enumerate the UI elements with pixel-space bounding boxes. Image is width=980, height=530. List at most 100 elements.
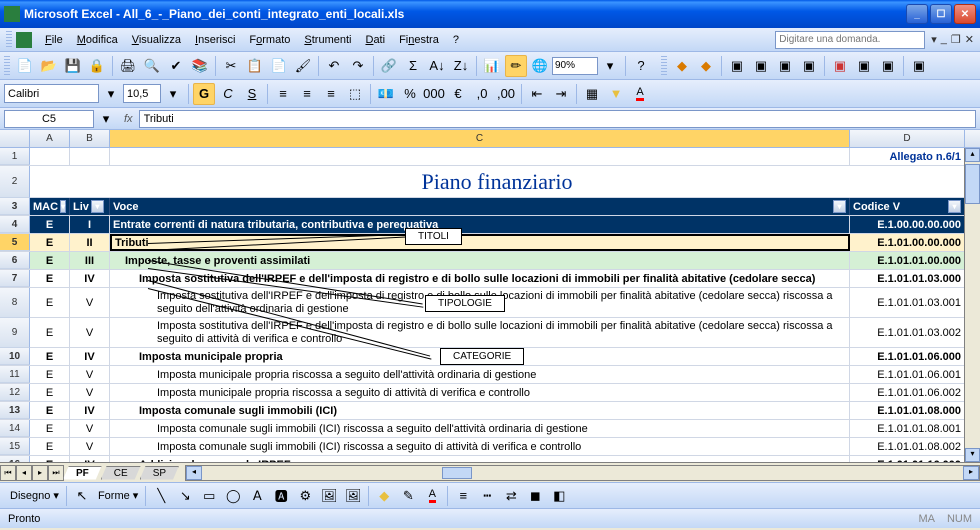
tb6-icon[interactable]: ▣ (798, 55, 820, 77)
percent-icon[interactable]: % (399, 83, 421, 105)
tb8-icon[interactable]: ▣ (853, 55, 875, 77)
fontcolor2-icon[interactable]: A (421, 485, 443, 507)
align-center-icon[interactable]: ≡ (296, 83, 318, 105)
maximize-button[interactable]: ☐ (930, 4, 952, 24)
tb9-icon[interactable]: ▣ (877, 55, 899, 77)
toolbar-handle[interactable] (6, 31, 12, 49)
tab-next-icon[interactable]: ▸ (32, 465, 48, 481)
sort-asc-icon[interactable]: A↓ (426, 55, 448, 77)
formula-input[interactable] (139, 110, 976, 128)
arrow-right-icon[interactable]: ◆ (695, 55, 717, 77)
print-icon[interactable]: 🖨 (117, 55, 139, 77)
menu-help[interactable]: ? (446, 31, 466, 49)
name-box[interactable] (4, 110, 94, 128)
drawing-menu[interactable]: Disegno ▾ (6, 487, 63, 504)
row-header[interactable]: 4 (0, 216, 30, 233)
scroll-right-icon[interactable]: ▸ (963, 466, 979, 480)
scroll-up-icon[interactable]: ▴ (965, 148, 980, 162)
align-right-icon[interactable]: ≡ (320, 83, 342, 105)
horizontal-scrollbar[interactable]: ◂ ▸ (185, 465, 980, 481)
row-header[interactable]: 8 (0, 288, 30, 318)
close-button[interactable]: ✕ (954, 4, 976, 24)
sheet-title[interactable]: Piano finanziario (30, 166, 965, 197)
tb10-icon[interactable]: ▣ (908, 55, 930, 77)
copy-icon[interactable]: 📋 (244, 55, 266, 77)
euro-icon[interactable]: € (447, 83, 469, 105)
inc-indent-icon[interactable]: ⇥ (550, 83, 572, 105)
doc-close-button[interactable]: ✕ (965, 33, 974, 46)
filter-icon[interactable]: ▾ (91, 200, 104, 213)
dropdown-icon[interactable]: ▾ (931, 33, 937, 46)
map-icon[interactable]: 🌐 (529, 55, 551, 77)
col-header-C[interactable]: C (110, 130, 850, 147)
menu-insert[interactable]: Inserisci (188, 31, 242, 49)
row-header[interactable]: 12 (0, 384, 30, 401)
borders-icon[interactable]: ▦ (581, 83, 603, 105)
help-icon[interactable]: ? (630, 55, 652, 77)
chart-icon[interactable]: 📊 (481, 55, 503, 77)
toolbar-handle[interactable] (4, 56, 10, 76)
research-icon[interactable]: 📚 (189, 55, 211, 77)
3d-icon[interactable]: ◧ (548, 485, 570, 507)
open-icon[interactable]: 📂 (38, 55, 60, 77)
menu-edit[interactable]: Modifica (70, 31, 125, 49)
wordart-icon[interactable]: 🅰 (270, 485, 292, 507)
row-header[interactable]: 14 (0, 420, 30, 437)
ask-question-box[interactable] (775, 31, 925, 49)
allegato-label[interactable]: Allegato n.6/1 (850, 148, 965, 165)
diagram-icon[interactable]: ⚙ (294, 485, 316, 507)
vertical-scrollbar[interactable]: ▴ ▾ (964, 148, 980, 462)
arrow-icon[interactable]: ↘ (174, 485, 196, 507)
scroll-thumb[interactable] (442, 467, 472, 479)
inc-decimal-icon[interactable]: ,0 (471, 83, 493, 105)
menu-file[interactable]: File (38, 31, 70, 49)
row-header[interactable]: 3 (0, 198, 30, 215)
row-header[interactable]: 10 (0, 348, 30, 365)
sheet-tab-pf[interactable]: PF (63, 466, 102, 480)
row-header[interactable]: 7 (0, 270, 30, 287)
doc-minimize-button[interactable]: _ (941, 33, 947, 46)
dashstyle-icon[interactable]: ┅ (476, 485, 498, 507)
font-size-box[interactable] (123, 84, 161, 103)
cut-icon[interactable]: ✂ (220, 55, 242, 77)
row-header[interactable]: 6 (0, 252, 30, 269)
fillcolor2-icon[interactable]: ◆ (373, 485, 395, 507)
redo-icon[interactable]: ↷ (347, 55, 369, 77)
zoom-dropdown-icon[interactable]: ▾ (599, 55, 621, 77)
spell-icon[interactable]: ✔ (165, 55, 187, 77)
filter-icon[interactable]: ▾ (833, 200, 846, 213)
arrow-left-icon[interactable]: ◆ (671, 55, 693, 77)
tb7-icon[interactable]: ▣ (829, 55, 851, 77)
font-dropdown-icon[interactable]: ▾ (100, 83, 122, 105)
linestyle-icon[interactable]: ≡ (452, 485, 474, 507)
sheet-tab-sp[interactable]: SP (140, 466, 179, 480)
tab-first-icon[interactable]: ⏮ (0, 465, 16, 481)
dec-decimal-icon[interactable]: ,00 (495, 83, 517, 105)
row-header[interactable]: 1 (0, 148, 30, 165)
line-icon[interactable]: ╲ (150, 485, 172, 507)
row-header[interactable]: 9 (0, 318, 30, 348)
arrowstyle-icon[interactable]: ⇄ (500, 485, 522, 507)
size-dropdown-icon[interactable]: ▾ (162, 83, 184, 105)
menu-data[interactable]: Dati (358, 31, 392, 49)
scroll-left-icon[interactable]: ◂ (186, 466, 202, 480)
filter-icon[interactable]: ▾ (948, 200, 961, 213)
select-all-corner[interactable] (0, 130, 30, 147)
worksheet-grid[interactable]: A B C D 1 Allegato n.6/1 2 Piano finanzi… (0, 130, 980, 462)
currency-icon[interactable]: 💶 (375, 83, 397, 105)
fx-label[interactable]: fx (124, 113, 133, 125)
underline-button[interactable]: S (241, 83, 263, 105)
col-header-A[interactable]: A (30, 130, 70, 147)
undo-icon[interactable]: ↶ (323, 55, 345, 77)
tab-last-icon[interactable]: ⏭ (48, 465, 64, 481)
clipart-icon[interactable]: 🖼 (318, 485, 340, 507)
autoshapes-menu[interactable]: Forme ▾ (94, 487, 142, 504)
save-icon[interactable]: 💾 (62, 55, 84, 77)
oval-icon[interactable]: ◯ (222, 485, 244, 507)
col-header-D[interactable]: D (850, 130, 965, 147)
merge-icon[interactable]: ⬚ (344, 83, 366, 105)
row-header[interactable]: 13 (0, 402, 30, 419)
sort-desc-icon[interactable]: Z↓ (450, 55, 472, 77)
tb5-icon[interactable]: ▣ (774, 55, 796, 77)
tb3-icon[interactable]: ▣ (726, 55, 748, 77)
